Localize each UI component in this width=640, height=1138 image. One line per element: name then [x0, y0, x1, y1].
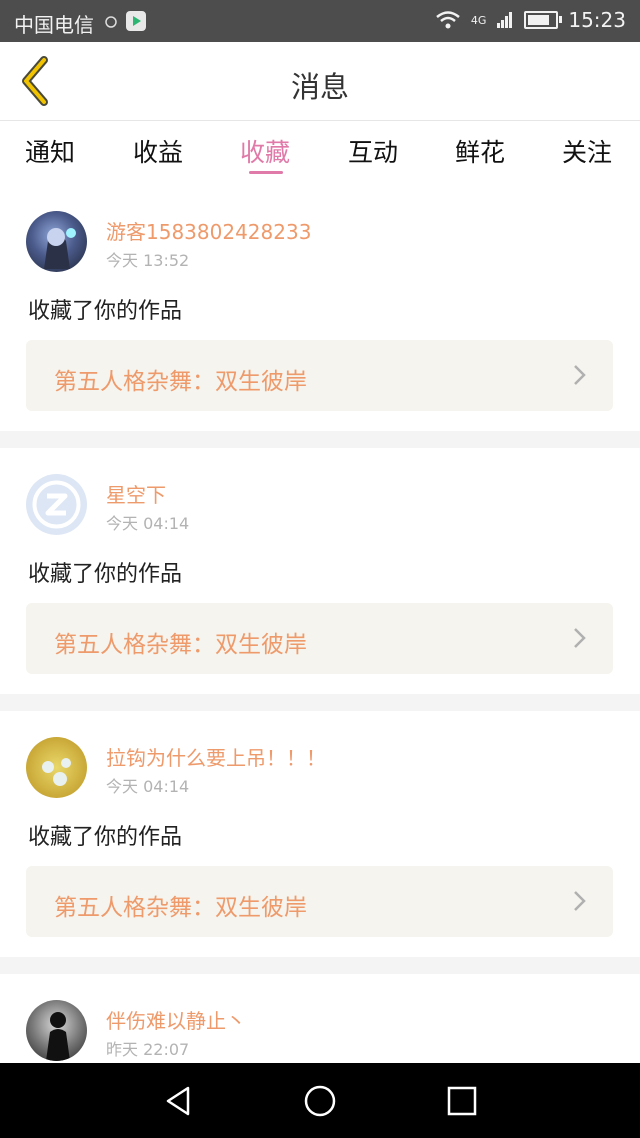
status-bar: 中国电信 4G 15:23: [0, 0, 640, 42]
work-title: 第五人格杂舞：双生彼岸: [54, 369, 307, 395]
work-link[interactable]: 第五人格杂舞：双生彼岸: [26, 866, 613, 937]
back-triangle-icon[interactable]: [160, 1083, 196, 1119]
recents-square-icon[interactable]: [444, 1083, 480, 1119]
action-text: 收藏了你的作品: [28, 299, 183, 324]
timestamp: 昨天 22:07: [106, 1040, 190, 1059]
work-link[interactable]: 第五人格杂舞：双生彼岸: [26, 603, 613, 674]
work-title: 第五人格杂舞：双生彼岸: [54, 632, 307, 658]
action-text: 收藏了你的作品: [28, 562, 183, 587]
message-card: 伴伤难以静止丶 昨天 22:07: [0, 974, 640, 1063]
wifi-icon: [436, 11, 460, 29]
tab-earnings[interactable]: 收益: [133, 133, 183, 169]
user-name[interactable]: 伴伤难以静止丶: [106, 1005, 246, 1034]
work-link[interactable]: 第五人格杂舞：双生彼岸: [26, 340, 613, 411]
user-name[interactable]: 星空下: [106, 479, 166, 508]
message-card: 星空下 今天 04:14 收藏了你的作品 第五人格杂舞：双生彼岸: [0, 448, 640, 694]
notification-icon: [105, 16, 117, 28]
carrier-label: 中国电信: [14, 13, 94, 37]
action-text: 收藏了你的作品: [28, 825, 183, 850]
system-nav-bar: [0, 1063, 640, 1138]
avatar[interactable]: [26, 211, 87, 272]
chevron-right-icon: [574, 628, 586, 648]
tab-indicator: [249, 171, 283, 174]
chevron-right-icon: [574, 891, 586, 911]
tab-favorites[interactable]: 收藏: [240, 133, 290, 169]
message-card: 游客1583802428233 今天 13:52 收藏了你的作品 第五人格杂舞：…: [0, 185, 640, 431]
header: 消息: [0, 42, 640, 121]
tab-notifications[interactable]: 通知: [25, 133, 75, 169]
tab-bar: 通知 收益 收藏 互动 鲜花 关注: [0, 121, 640, 185]
user-avatar-image: [44, 228, 76, 269]
message-card: 拉钩为什么要上吊！！！ 今天 04:14 收藏了你的作品 第五人格杂舞：双生彼岸: [0, 711, 640, 957]
message-list: 游客1583802428233 今天 13:52 收藏了你的作品 第五人格杂舞：…: [0, 185, 640, 1063]
timestamp: 今天 04:14: [106, 514, 190, 533]
user-avatar-image: [46, 1012, 70, 1061]
clock: 15:23: [568, 8, 626, 32]
chevron-right-icon: [574, 365, 586, 385]
battery-icon: [524, 11, 563, 29]
tab-flowers[interactable]: 鲜花: [455, 133, 505, 169]
user-avatar-image: [42, 758, 71, 786]
tab-following[interactable]: 关注: [562, 133, 612, 169]
avatar[interactable]: [26, 737, 87, 798]
avatar[interactable]: [26, 474, 87, 535]
home-circle-icon[interactable]: [302, 1083, 338, 1119]
network-type: 4G: [470, 13, 487, 27]
avatar[interactable]: [26, 1000, 87, 1061]
work-title: 第五人格杂舞：双生彼岸: [54, 895, 307, 921]
signal-icon: [497, 12, 513, 28]
page-title: 消息: [290, 70, 349, 104]
timestamp: 今天 13:52: [106, 251, 190, 270]
timestamp: 今天 04:14: [106, 777, 190, 796]
tab-interactions[interactable]: 互动: [348, 133, 398, 169]
user-name[interactable]: 游客1583802428233: [106, 216, 311, 245]
video-app-icon: [126, 11, 146, 31]
default-avatar-icon: [32, 480, 81, 529]
user-name[interactable]: 拉钩为什么要上吊！！！: [106, 742, 326, 771]
